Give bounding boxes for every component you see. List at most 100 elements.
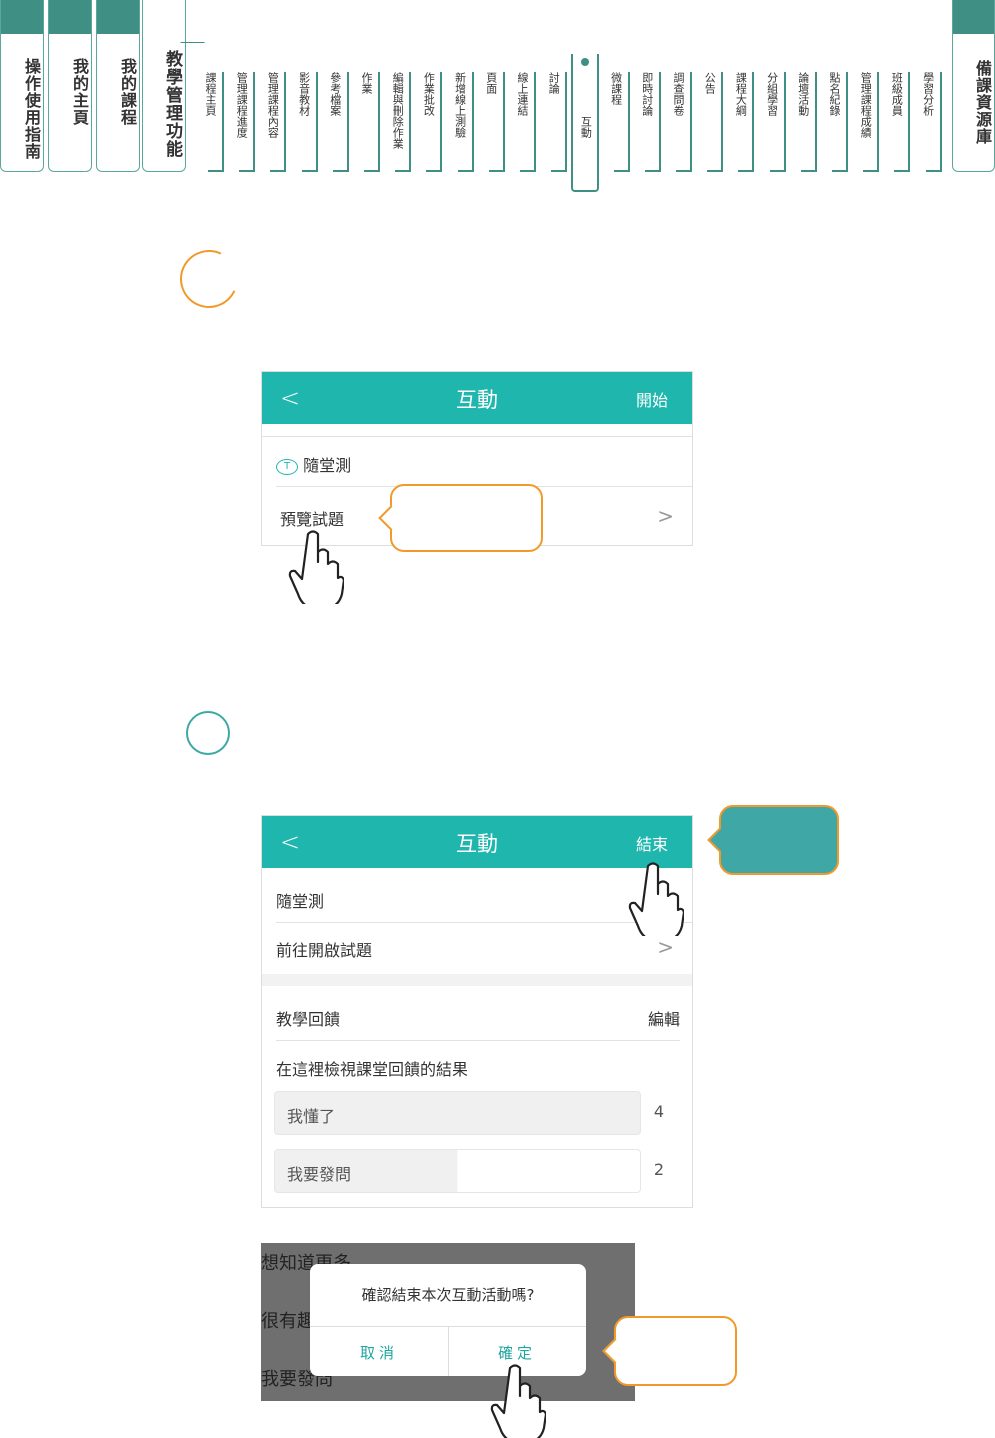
sub-tab-item[interactable]: 線上連結 xyxy=(512,72,532,116)
section-gap xyxy=(262,974,692,986)
chevron-right-icon: > xyxy=(657,504,674,528)
sub-tab-foot xyxy=(520,170,534,172)
sub-tab-foot xyxy=(395,170,410,172)
sub-tab-item[interactable]: 公告 xyxy=(699,72,719,94)
sub-tab-line xyxy=(409,72,412,172)
sub-tab-foot xyxy=(707,170,722,172)
sub-tab-line xyxy=(378,72,380,172)
sub-tab-line xyxy=(471,72,474,172)
sub-tab-line xyxy=(346,72,349,172)
feedback-count: 4 xyxy=(653,1102,664,1121)
sub-tab-line xyxy=(502,72,505,172)
background-row: 很有趣 xyxy=(261,1311,315,1332)
step-one-circle xyxy=(171,241,247,317)
main-tab-guide[interactable]: 操作使用指南 xyxy=(0,0,44,172)
sub-tab-item[interactable]: 課程主頁 xyxy=(200,72,220,116)
open-questions-row[interactable]: 前往開啟試題 xyxy=(276,937,680,961)
sub-tab-line xyxy=(690,72,692,172)
main-tab-label: 操作使用指南 xyxy=(22,58,41,160)
sub-tab-foot xyxy=(769,170,784,172)
sub-tab-item[interactable]: 分組學習 xyxy=(762,72,782,116)
sub-tab-line xyxy=(658,72,661,172)
sub-tab-item[interactable]: 班級成員 xyxy=(886,72,906,116)
tab-cap xyxy=(49,0,91,34)
sub-tab-line xyxy=(752,72,755,172)
sub-tab-foot xyxy=(894,170,909,172)
sub-tab-line xyxy=(846,72,848,172)
quiz-label: 隨堂測 xyxy=(303,456,352,475)
main-tab-resources[interactable]: 備課資源庫 xyxy=(952,0,995,172)
callout-preview xyxy=(378,484,543,552)
confirm-button[interactable]: 確定 xyxy=(448,1342,586,1363)
sub-tab-item[interactable]: 即時討論 xyxy=(637,72,657,116)
sub-tab-foot xyxy=(644,170,659,172)
quiz-icon: T xyxy=(276,458,298,475)
divider xyxy=(276,1040,680,1041)
sub-tab-item[interactable]: 作業批改 xyxy=(418,72,438,116)
sub-tab-line xyxy=(783,72,786,172)
main-tab-home[interactable]: 我的主頁 xyxy=(48,0,92,172)
sub-tab-foot xyxy=(457,170,472,172)
sub-tab-item[interactable]: 論壇活動 xyxy=(793,72,813,116)
sub-tab-foot xyxy=(863,170,878,172)
quiz-row: T 隨堂測 xyxy=(276,452,680,476)
sub-tab-item[interactable]: 影音教材 xyxy=(294,72,314,116)
main-tab-courses[interactable]: 我的課程 xyxy=(96,0,140,172)
sub-tab-item[interactable]: 課程大綱 xyxy=(730,72,750,116)
main-tab-label: 備課資源庫 xyxy=(973,60,992,145)
feedback-option-label: 我要發問 xyxy=(287,1165,352,1184)
cancel-button[interactable]: 取消 xyxy=(310,1342,448,1363)
sub-tab-item[interactable]: 調查問卷 xyxy=(668,72,688,116)
quiz-label: 隨堂測 xyxy=(276,892,325,911)
sub-tab-line xyxy=(565,72,568,172)
divider xyxy=(262,436,692,437)
sub-tab-item[interactable]: 點名紀錄 xyxy=(824,72,844,116)
confirm-dialog: 確認結束本次互動活動嗎? 取消 確定 xyxy=(310,1264,586,1376)
header-title: 互動 xyxy=(456,832,498,856)
sub-tab-line xyxy=(534,72,536,172)
main-tab-label: 教學管理功能 xyxy=(162,50,182,158)
sub-tab-item[interactable]: 作業 xyxy=(356,72,376,94)
pointer-hand-icon xyxy=(490,1364,546,1438)
pointer-hand-icon xyxy=(628,862,684,936)
sub-tab-foot xyxy=(208,170,222,172)
sub-tab-item[interactable]: 參考檔案 xyxy=(325,72,345,116)
chevron-right-icon: > xyxy=(657,935,674,959)
sub-tab-item[interactable]: 編輯與刪除作業 xyxy=(387,72,407,149)
pointer-hand-icon xyxy=(288,530,344,604)
confirm-question: 確認結束本次互動活動嗎? xyxy=(361,1286,535,1304)
sub-tab-foot xyxy=(332,170,347,172)
sub-tab-line xyxy=(939,72,942,172)
sub-tab-line xyxy=(315,72,318,172)
tab-cap xyxy=(1,0,43,34)
sub-tab-foot xyxy=(832,170,846,172)
sub-tab-foot xyxy=(301,170,316,172)
tab-cap xyxy=(953,0,994,34)
sub-tab-line xyxy=(877,72,880,172)
sub-tab-line xyxy=(814,72,817,172)
sub-tab-foot xyxy=(239,170,254,172)
sub-tab-item[interactable]: 微課程 xyxy=(606,72,626,105)
start-button[interactable]: 開始 xyxy=(636,387,668,411)
main-tab-label: 我的主頁 xyxy=(70,58,89,126)
sub-tab-item[interactable]: 互動 xyxy=(575,116,595,138)
header-title: 互動 xyxy=(456,388,498,412)
edit-link[interactable]: 編輯 xyxy=(648,1006,680,1030)
sub-tab-item[interactable]: 頁面 xyxy=(481,72,501,94)
end-button[interactable]: 結束 xyxy=(636,831,668,855)
feedback-hint: 在這裡檢視課堂回饋的結果 xyxy=(276,1060,469,1079)
sub-tab-item[interactable]: 管理課程進度 xyxy=(231,72,251,138)
sub-tab-line xyxy=(627,72,630,172)
sub-tab-line xyxy=(440,72,443,172)
sub-tab-item[interactable]: 管理課程成績 xyxy=(855,72,875,138)
feedback-option-label: 我懂了 xyxy=(287,1107,336,1126)
sub-tab-item[interactable]: 新增線上測驗 xyxy=(450,72,470,138)
main-tab-teaching[interactable]: 教學管理功能 xyxy=(142,0,186,172)
sub-tab-line xyxy=(721,72,724,172)
sub-tab-foot xyxy=(738,170,753,172)
sub-tab-foot xyxy=(613,170,628,172)
sub-tab-item[interactable]: 學習分析 xyxy=(918,72,938,116)
main-tab-label: 我的課程 xyxy=(118,58,137,126)
sub-tab-item[interactable]: 討論 xyxy=(543,72,563,94)
sub-tab-item[interactable]: 管理課程內容 xyxy=(262,72,282,138)
